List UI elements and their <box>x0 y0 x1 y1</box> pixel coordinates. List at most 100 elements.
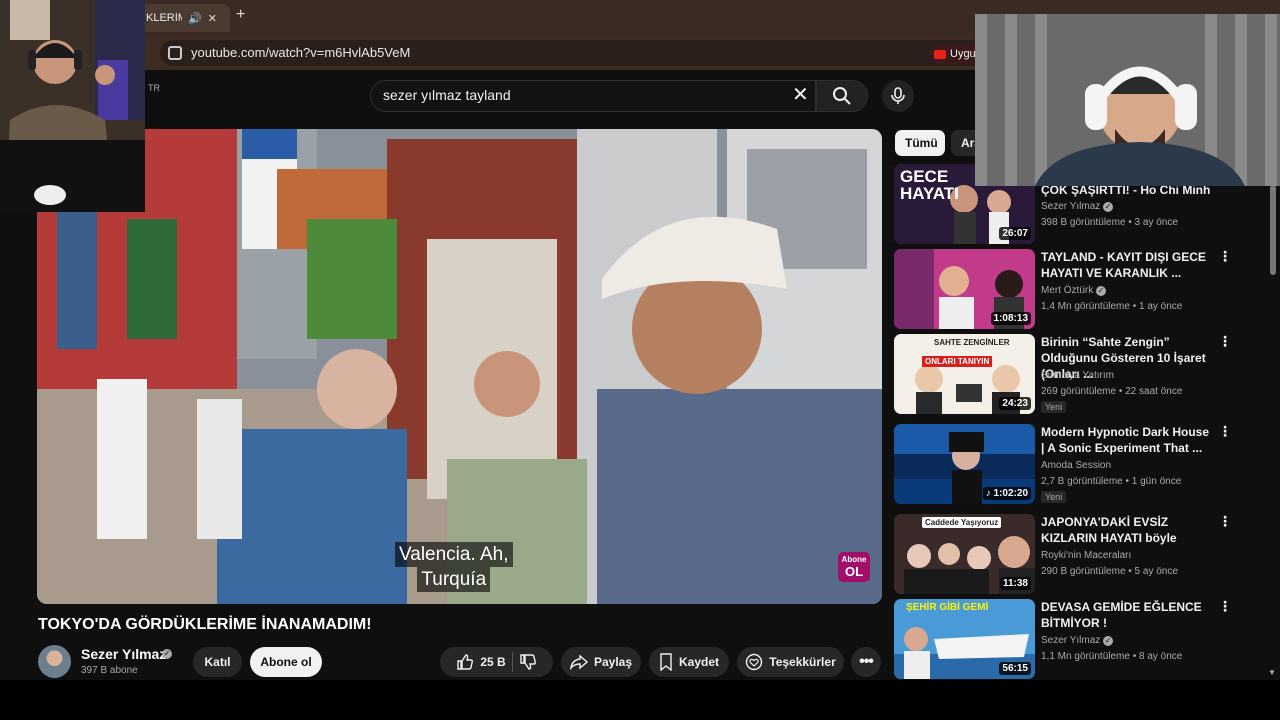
rec-meta: 1,4 Mn görüntüleme • 1 ay önce <box>1041 301 1183 312</box>
subscribe-overlay-badge: Abone OL <box>838 552 870 582</box>
browser-tab[interactable]: KLERİM 🔊 ✕ <box>140 4 230 32</box>
rec-title[interactable]: DEVASA GEMİDE EĞLENCE BİTMİYOR ! <box>1041 599 1211 631</box>
rec-more-icon[interactable]: ⋮ <box>1218 599 1232 613</box>
video-duration: 26:07 <box>999 227 1031 240</box>
youtube-extension-button[interactable]: Uygu <box>930 44 978 64</box>
rec-channel[interactable]: Amoda Session <box>1041 460 1111 471</box>
video-duration: 1:08:13 <box>990 312 1031 325</box>
like-count: 25 B <box>480 655 506 669</box>
speaker-icon[interactable]: 🔊 <box>188 12 202 25</box>
thanks-icon <box>746 653 763 671</box>
verified-icon: ✓ <box>1096 286 1107 296</box>
like-divider <box>511 652 513 672</box>
sidebar-scrollbar[interactable] <box>1270 185 1276 275</box>
more-actions-button[interactable]: ••• <box>851 647 881 677</box>
webcam-left-image <box>0 0 145 212</box>
thumbnail-text: ŞEHİR GİBİ GEMİ <box>906 602 989 613</box>
rec-channel[interactable]: Sirmalya Yatırım <box>1041 370 1114 381</box>
verified-icon: ✓ <box>1103 202 1114 212</box>
rec-channel[interactable]: Sezer Yılmaz ✓ <box>1041 635 1114 646</box>
rec-meta: 290 B görüntüleme • 5 ay önce <box>1041 566 1178 577</box>
youtube-logo-icon <box>934 49 946 59</box>
webcam-overlay-right <box>975 14 1280 186</box>
rec-channel[interactable]: Royki'nin Maceraları <box>1041 550 1131 561</box>
video-duration: ♪ 1:02:20 <box>982 487 1031 500</box>
video-subtitles: Valencia. Ah, Turquía <box>395 542 513 592</box>
chip-all[interactable]: Tümü <box>895 130 945 156</box>
close-tab-icon[interactable]: ✕ <box>208 12 217 25</box>
like-button[interactable]: 25 B <box>456 653 506 671</box>
video-frame-image <box>37 129 882 604</box>
video-duration: 11:38 <box>999 577 1031 590</box>
join-button[interactable]: Katıl <box>193 647 242 677</box>
thanks-label: Teşekkürler <box>769 655 836 669</box>
rec-title[interactable]: JAPONYA'DAKİ EVSİZ KIZLARIN HAYATI böyle <box>1041 514 1211 546</box>
channel-avatar[interactable] <box>38 645 71 678</box>
video-thumbnail[interactable]: Caddede Yaşıyoruz 11:38 <box>894 514 1035 594</box>
thumbnail-text: GECE HAYATI <box>900 167 959 203</box>
thanks-button[interactable]: Teşekkürler <box>737 647 844 677</box>
video-player[interactable] <box>37 129 882 604</box>
rec-meta: 2,7 B görüntüleme • 1 gün önce <box>1041 476 1182 487</box>
tab-title: KLERİM <box>146 12 182 24</box>
rec-more-icon[interactable]: ⋮ <box>1218 249 1232 263</box>
thumbnail-text: Caddede Yaşıyoruz <box>922 517 1002 528</box>
video-thumbnail[interactable]: ♪ 1:02:20 <box>894 424 1035 504</box>
rec-title[interactable]: Modern Hypnotic Dark House | A Sonic Exp… <box>1041 424 1211 456</box>
webcam-right-image <box>975 14 1280 186</box>
subscribe-label: Abone ol <box>260 655 312 669</box>
rec-title[interactable]: TAYLAND - KAYIT DIŞI GECE HAYATI VE KARA… <box>1041 249 1211 281</box>
list-item[interactable]: 1:08:13 TAYLAND - KAYIT DIŞI GECE HAYATI… <box>894 249 1264 329</box>
search-icon <box>833 87 851 105</box>
rec-more-icon[interactable]: ⋮ <box>1218 514 1232 528</box>
video-thumbnail[interactable]: ŞEHİR GİBİ GEMİ 56:15 <box>894 599 1035 679</box>
bookmark-icon <box>660 653 672 671</box>
rec-meta: 269 görüntüleme • 22 saat önce <box>1041 386 1183 397</box>
site-settings-icon[interactable] <box>168 46 182 60</box>
search-button[interactable] <box>816 80 868 112</box>
new-badge: Yeni <box>1041 401 1067 413</box>
list-item[interactable]: Caddede Yaşıyoruz 11:38 JAPONYA'DAKİ EVS… <box>894 514 1264 594</box>
video-title: TOKYO'DA GÖRDÜKLERİME İNANAMADIM! <box>38 616 372 633</box>
clear-search-icon[interactable]: ✕ <box>792 84 809 106</box>
subtitle-line-2: Turquía <box>417 567 491 592</box>
rec-channel[interactable]: Mert Öztürk ✓ <box>1041 285 1107 296</box>
verified-icon: ✓ <box>1103 636 1114 646</box>
video-duration: 24:23 <box>999 397 1031 410</box>
thumbnail-text-2: ONLARI TANIYIN <box>922 356 993 367</box>
like-dislike-group: 25 B <box>440 647 553 677</box>
thumbs-up-icon <box>457 654 474 670</box>
video-thumbnail[interactable]: 1:08:13 <box>894 249 1035 329</box>
save-button[interactable]: Kaydet <box>649 647 729 677</box>
rec-more-icon[interactable]: ⋮ <box>1218 424 1232 438</box>
thumbnail-text: SAHTE ZENGİNLER <box>934 338 1010 347</box>
video-duration: 56:15 <box>999 662 1031 675</box>
save-label: Kaydet <box>678 655 719 669</box>
list-item[interactable]: SAHTE ZENGİNLER ONLARI TANIYIN 24:23 Bir… <box>894 334 1264 414</box>
voice-search-button[interactable] <box>882 80 914 112</box>
share-label: Paylaş <box>593 655 633 669</box>
join-label: Katıl <box>204 655 231 669</box>
list-item[interactable]: ♪ 1:02:20 Modern Hypnotic Dark House | A… <box>894 424 1264 504</box>
scroll-down-icon[interactable]: ▼ <box>1268 668 1276 677</box>
subscribe-button[interactable]: Abone ol <box>250 647 322 677</box>
rec-more-icon[interactable]: ⋮ <box>1218 334 1232 348</box>
search-query[interactable]: sezer yılmaz tayland <box>383 87 511 103</box>
subtitle-line-1: Valencia. Ah, <box>395 542 513 567</box>
video-thumbnail[interactable]: SAHTE ZENGİNLER ONLARI TANIYIN 24:23 <box>894 334 1035 414</box>
microphone-icon <box>891 87 905 104</box>
share-button[interactable]: Paylaş <box>561 647 641 677</box>
verified-icon: ✓ <box>162 649 172 659</box>
subscriber-count: 397 B abone <box>81 665 138 676</box>
badge-line-2: OL <box>844 564 864 579</box>
thumbs-down-icon[interactable] <box>519 653 537 671</box>
url-text[interactable]: youtube.com/watch?v=m6HvlAb5VeM <box>191 45 410 60</box>
new-tab-button[interactable]: + <box>236 6 245 24</box>
extension-label: Uygu <box>950 48 976 60</box>
list-item[interactable]: ŞEHİR GİBİ GEMİ 56:15 DEVASA GEMİDE EĞLE… <box>894 599 1264 679</box>
rec-meta: 1,1 Mn görüntüleme • 8 ay önce <box>1041 651 1183 662</box>
rec-channel[interactable]: Sezer Yılmaz ✓ <box>1041 201 1114 212</box>
new-badge: Yeni <box>1041 491 1067 503</box>
region-code: TR <box>148 83 160 93</box>
channel-name[interactable]: Sezer Yılmaz <box>81 646 166 662</box>
